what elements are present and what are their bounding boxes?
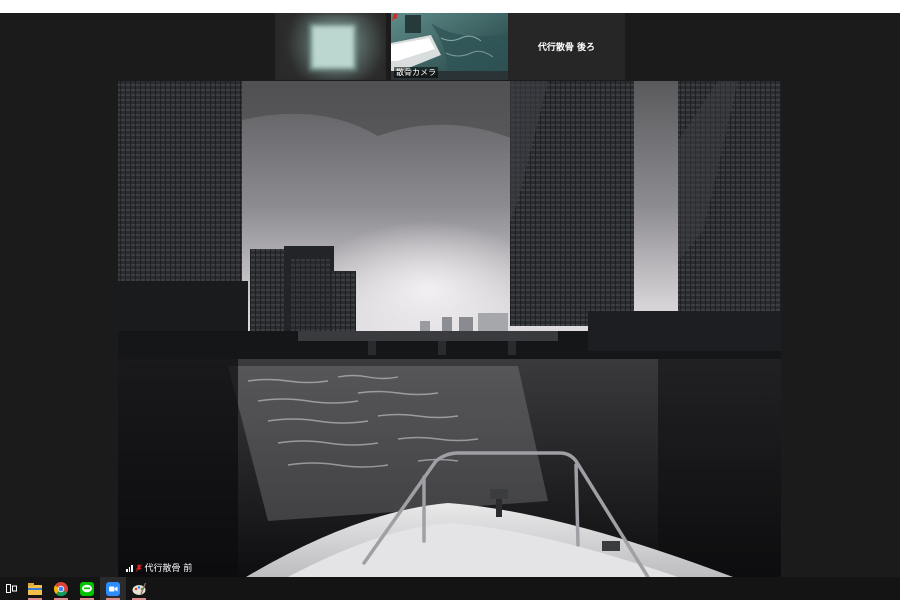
line-icon: [80, 581, 94, 596]
taskbar-line[interactable]: [74, 577, 100, 600]
zoom-icon: [106, 581, 120, 596]
mic-muted-icon: [135, 563, 142, 572]
participant-name: 代行散骨 後ろ: [537, 43, 596, 53]
task-view-icon: [5, 584, 17, 593]
chrome-icon: [54, 581, 68, 596]
signal-strength-icon: [126, 564, 133, 572]
taskbar-zoom[interactable]: [100, 577, 126, 600]
task-view-button[interactable]: [0, 577, 22, 600]
taskbar-file-explorer[interactable]: [22, 577, 48, 600]
speaker-name: 代行散骨 前: [144, 564, 193, 574]
active-speaker-label: 代行散骨 前: [126, 561, 192, 574]
blurred-object: [309, 23, 357, 71]
participant-name: 散骨カメラ: [394, 67, 438, 78]
taskbar-paint[interactable]: [126, 577, 152, 600]
windows-taskbar: [0, 577, 900, 600]
zoom-meeting-window: 散骨カメラ 代行散骨 後ろ 代行散骨 前: [0, 13, 900, 577]
participant-thumbnail-strip: 散骨カメラ 代行散骨 後ろ: [275, 13, 625, 80]
paint-icon: [132, 582, 146, 595]
taskbar-chrome[interactable]: [48, 577, 74, 600]
participant-thumbnail-2[interactable]: 散骨カメラ: [391, 13, 508, 80]
participant-thumbnail-3[interactable]: 代行散骨 後ろ: [508, 13, 625, 80]
river-boat-video-frame: [118, 81, 781, 577]
participant-thumbnail-1[interactable]: [275, 13, 386, 80]
file-explorer-icon: [28, 582, 42, 595]
mic-muted-icon: [391, 13, 399, 21]
main-speaker-video[interactable]: 代行散骨 前: [118, 81, 781, 577]
